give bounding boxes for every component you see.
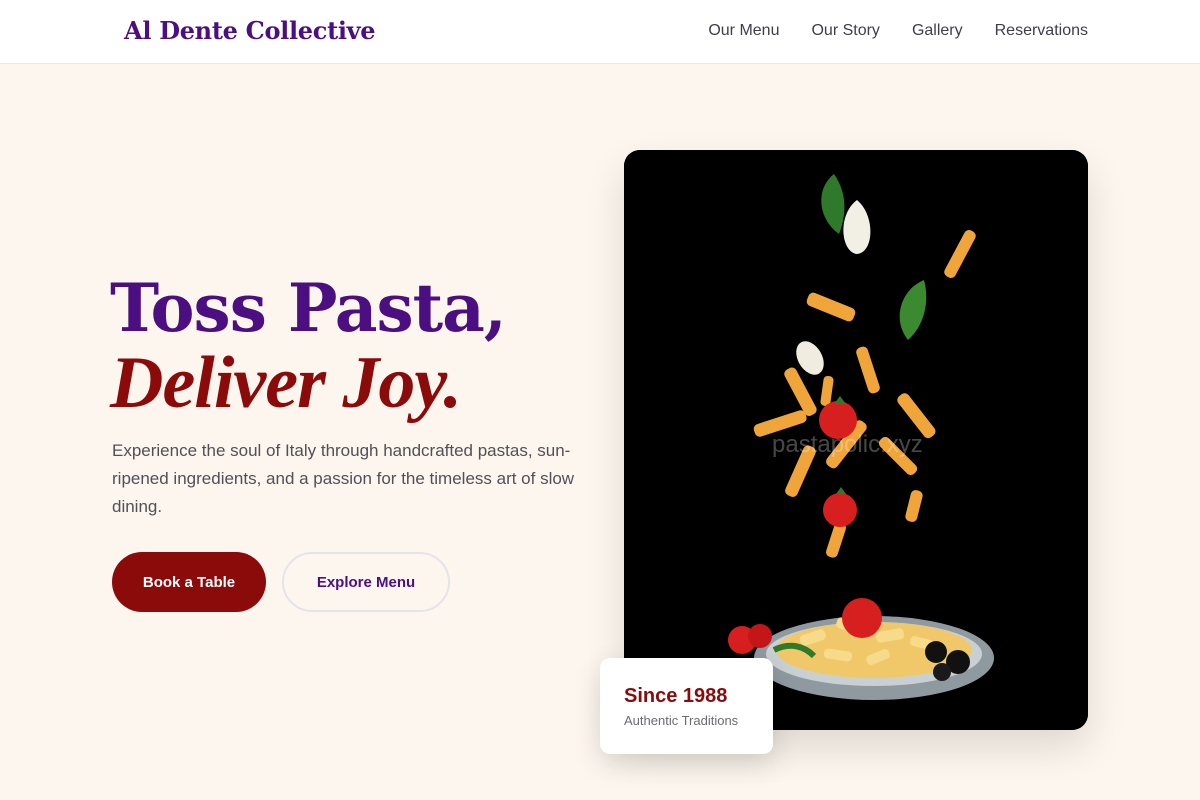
badge-title: Since 1988 bbox=[624, 685, 728, 707]
hero-title-line2: Deliver Joy. bbox=[110, 342, 462, 424]
hero-pasta-image: pastapolic.xyz bbox=[624, 150, 1088, 730]
since-badge: Since 1988 Authentic Traditions bbox=[600, 658, 773, 754]
nav-link-our-menu[interactable]: Our Menu bbox=[708, 22, 779, 40]
nav-link-reservations[interactable]: Reservations bbox=[995, 22, 1088, 40]
main-nav: Our Menu Our Story Gallery Reservations bbox=[708, 22, 1088, 40]
svg-text:pastapolic.xyz: pastapolic.xyz bbox=[772, 431, 923, 458]
top-navbar: Al Dente Collective Our Menu Our Story G… bbox=[0, 0, 1200, 64]
brand-logo[interactable]: Al Dente Collective bbox=[124, 16, 376, 45]
nav-link-our-story[interactable]: Our Story bbox=[811, 22, 879, 40]
hero-description: Experience the soul of Italy through han… bbox=[112, 441, 575, 516]
nav-link-gallery[interactable]: Gallery bbox=[912, 22, 963, 40]
hero-title-line1: Toss Pasta, bbox=[110, 269, 507, 347]
hero-title: Toss Pasta, Deliver Joy. bbox=[110, 268, 507, 424]
explore-menu-button[interactable]: Explore Menu bbox=[282, 552, 450, 612]
tomato-icon bbox=[823, 493, 857, 527]
badge-subtitle: Authentic Traditions bbox=[624, 713, 739, 728]
book-table-button[interactable]: Book a Table bbox=[112, 552, 266, 612]
